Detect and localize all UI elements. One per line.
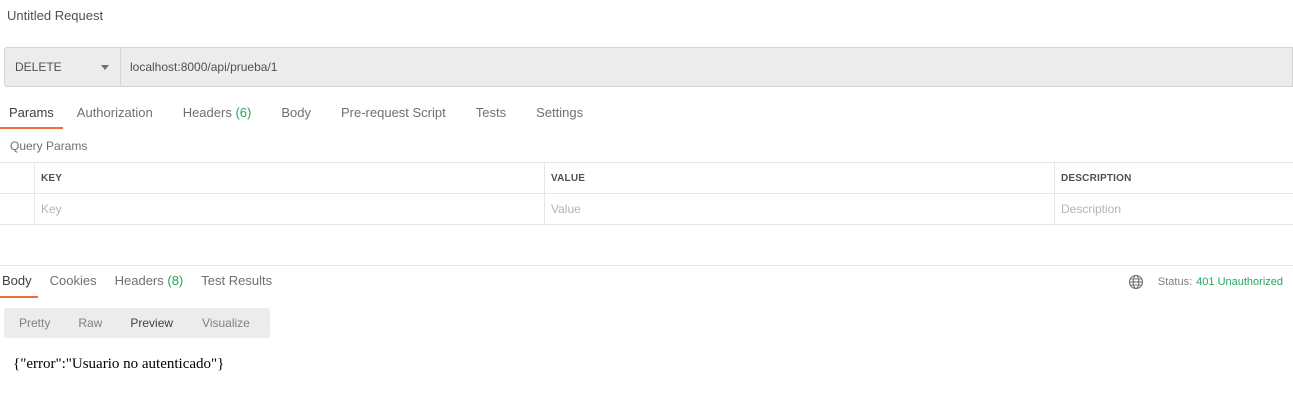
tab-label: Cookies <box>49 273 97 288</box>
description-column-header: DESCRIPTION <box>1055 163 1293 193</box>
method-select[interactable]: DELETE <box>5 48 121 86</box>
column-label: VALUE <box>551 172 586 184</box>
response-tabs: Body Cookies Headers (8) Test Results <box>0 273 288 298</box>
tab-label: Body <box>2 273 32 288</box>
key-column-header: KEY <box>35 163 545 193</box>
value-column-header: VALUE <box>545 163 1055 193</box>
value-input[interactable]: Value <box>545 194 1055 224</box>
url-input[interactable] <box>121 48 1292 86</box>
tab-params[interactable]: Params <box>0 101 63 129</box>
tab-label: Authorization <box>76 105 153 120</box>
tab-label: Tests <box>475 105 507 120</box>
row-checkbox-cell <box>0 194 35 224</box>
tab-authorization[interactable]: Authorization <box>68 101 162 129</box>
params-empty-row: Key Value Description <box>0 194 1293 225</box>
response-tab-cookies[interactable]: Cookies <box>48 273 99 298</box>
headers-count-badge: (6) <box>235 105 252 120</box>
tab-label: Body <box>281 105 311 120</box>
column-label: DESCRIPTION <box>1061 172 1132 184</box>
globe-icon[interactable] <box>1128 274 1144 290</box>
tab-headers[interactable]: Headers (6) <box>174 101 261 129</box>
check-column-header <box>0 163 35 193</box>
response-body-preview: {"error":"Usuario no autenticado"} <box>13 356 225 372</box>
response-view-tabs: Pretty Raw Preview Visualize <box>4 308 270 338</box>
url-bar: DELETE <box>4 47 1293 87</box>
tab-label: Pre-request Script <box>340 105 446 120</box>
status-value[interactable]: 401 Unauthorized <box>1196 276 1283 288</box>
response-status: Status: 401 Unauthorized <box>1128 274 1283 290</box>
description-input[interactable]: Description <box>1055 194 1293 224</box>
key-placeholder: Key <box>41 202 62 216</box>
response-tab-test-results[interactable]: Test Results <box>199 273 274 298</box>
response-tab-headers[interactable]: Headers (8) <box>113 273 186 298</box>
tab-label: Test Results <box>201 273 273 288</box>
value-placeholder: Value <box>551 202 581 216</box>
params-table: KEY VALUE DESCRIPTION Key Value Descript… <box>0 162 1293 225</box>
tab-label: Headers <box>114 273 164 288</box>
method-label: DELETE <box>15 60 62 74</box>
tab-label: Settings <box>536 105 584 120</box>
tab-pre-request-script[interactable]: Pre-request Script <box>332 101 455 129</box>
tab-tests[interactable]: Tests <box>467 101 515 129</box>
params-header-row: KEY VALUE DESCRIPTION <box>0 163 1293 194</box>
tab-label: Headers <box>182 105 232 120</box>
request-tabs: Params Authorization Headers (6) Body Pr… <box>0 101 604 129</box>
view-tab-visualize[interactable]: Visualize <box>187 316 264 330</box>
chevron-down-icon <box>101 65 109 70</box>
view-tab-raw[interactable]: Raw <box>64 316 116 330</box>
response-headers-count-badge: (8) <box>167 273 184 288</box>
query-params-title: Query Params <box>10 139 88 153</box>
pane-divider[interactable] <box>0 265 1293 266</box>
key-input[interactable]: Key <box>35 194 545 224</box>
tab-settings[interactable]: Settings <box>527 101 592 129</box>
request-title[interactable]: Untitled Request <box>7 8 103 23</box>
view-tab-pretty[interactable]: Pretty <box>4 316 64 330</box>
column-label: KEY <box>41 172 63 184</box>
description-placeholder: Description <box>1061 202 1122 216</box>
response-tab-body[interactable]: Body <box>0 273 38 298</box>
view-tab-preview[interactable]: Preview <box>116 316 187 330</box>
tab-body[interactable]: Body <box>272 101 320 129</box>
status-label: Status: <box>1157 276 1193 288</box>
tab-label: Params <box>9 105 54 120</box>
